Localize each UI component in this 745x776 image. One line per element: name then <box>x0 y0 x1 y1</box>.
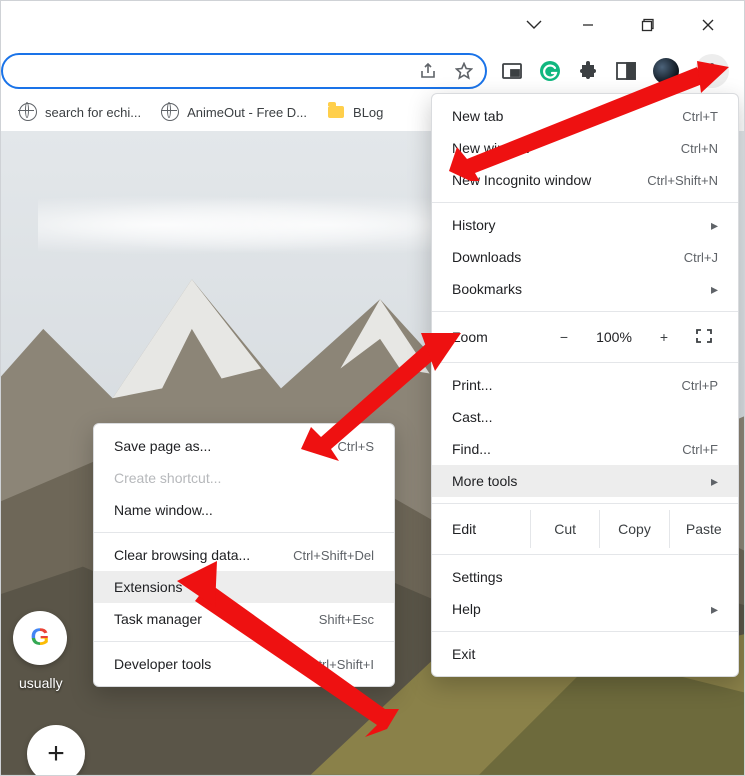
menu-item[interactable]: Find... Ctrl+F <box>432 433 738 465</box>
menu-item[interactable]: Developer tools Ctrl+Shift+I <box>94 648 394 680</box>
zoom-out-button[interactable]: − <box>542 329 586 345</box>
menu-item-label: Find... <box>452 441 491 457</box>
menu-item-label: More tools <box>452 473 517 489</box>
zoom-row: Zoom−100%+ <box>432 318 738 356</box>
fullscreen-button[interactable] <box>686 329 722 346</box>
submenu-arrow-icon: ▸ <box>711 217 718 234</box>
menu-shortcut: Ctrl+Shift+I <box>309 657 374 672</box>
menu-shortcut: Shift+Esc <box>319 612 374 627</box>
shortcut-label: usually <box>19 675 63 691</box>
close-button[interactable] <box>686 3 730 47</box>
grammarly-icon[interactable] <box>539 60 561 82</box>
menu-item[interactable]: New window Ctrl+N <box>432 132 738 164</box>
edit-row: EditCutCopyPaste <box>432 510 738 548</box>
omnibox[interactable] <box>1 53 487 89</box>
submenu-arrow-icon: ▸ <box>711 473 718 490</box>
menu-shortcut: Ctrl+F <box>682 442 718 457</box>
kebab-menu-button[interactable] <box>695 54 729 88</box>
menu-item[interactable]: Task manager Shift+Esc <box>94 603 394 635</box>
menu-item-label: Save page as... <box>114 438 211 454</box>
cut-button[interactable]: Cut <box>530 510 599 548</box>
zoom-in-button[interactable]: + <box>642 329 686 345</box>
menu-item-label: Name window... <box>114 502 213 518</box>
share-icon[interactable] <box>419 62 437 80</box>
browser-window: search for echi... AnimeOut - Free D... BL… <box>0 0 745 776</box>
menu-item[interactable]: Name window... <box>94 494 394 526</box>
submenu-arrow-icon: ▸ <box>711 601 718 618</box>
main-menu: New tab Ctrl+T New window Ctrl+N New Incogni… <box>431 93 739 677</box>
menu-shortcut: Ctrl+Shift+N <box>647 173 718 188</box>
menu-item[interactable]: Help ▸ <box>432 593 738 625</box>
star-icon[interactable] <box>455 62 473 80</box>
menu-item[interactable]: New Incognito window Ctrl+Shift+N <box>432 164 738 196</box>
pip-icon[interactable] <box>501 60 523 82</box>
sidepanel-icon[interactable] <box>615 60 637 82</box>
menu-item-label: Cast... <box>452 409 492 425</box>
zoom-value: 100% <box>586 329 642 345</box>
menu-item[interactable]: New tab Ctrl+T <box>432 100 738 132</box>
menu-item[interactable]: Downloads Ctrl+J <box>432 241 738 273</box>
menu-item-label: Settings <box>452 569 503 585</box>
add-shortcut-button[interactable]: + <box>27 725 85 775</box>
globe-icon <box>19 103 37 121</box>
menu-item-label: Help <box>452 601 481 617</box>
menu-item[interactable]: Bookmarks ▸ <box>432 273 738 305</box>
bookmark-item[interactable]: AnimeOut - Free D... <box>155 99 313 125</box>
menu-item[interactable]: Print... Ctrl+P <box>432 369 738 401</box>
menu-item-label: Downloads <box>452 249 521 265</box>
submenu-arrow-icon: ▸ <box>711 281 718 298</box>
menu-item-label: Task manager <box>114 611 202 627</box>
menu-item-label: Clear browsing data... <box>114 547 250 563</box>
menu-shortcut: Ctrl+P <box>682 378 718 393</box>
menu-item[interactable]: Save page as... Ctrl+S <box>94 430 394 462</box>
bookmark-label: search for echi... <box>45 105 141 120</box>
menu-item-label: Developer tools <box>114 656 211 672</box>
menu-item-label: Print... <box>452 377 492 393</box>
zoom-label: Zoom <box>452 329 542 345</box>
menu-shortcut: Ctrl+J <box>684 250 718 265</box>
bookmark-label: AnimeOut - Free D... <box>187 105 307 120</box>
globe-icon <box>161 103 179 121</box>
menu-item-label: Exit <box>452 646 475 662</box>
copy-button[interactable]: Copy <box>599 510 668 548</box>
menu-item-label: New Incognito window <box>452 172 591 188</box>
title-bar <box>504 1 744 49</box>
menu-item-label: New window <box>452 140 531 156</box>
maximize-button[interactable] <box>626 3 670 47</box>
menu-item[interactable]: History ▸ <box>432 209 738 241</box>
profile-avatar[interactable] <box>653 58 679 84</box>
menu-item: Create shortcut... <box>94 462 394 494</box>
minimize-button[interactable] <box>566 3 610 47</box>
tab-chevron-icon[interactable] <box>518 3 550 47</box>
toolbar-icons <box>487 54 729 88</box>
menu-item-label: Bookmarks <box>452 281 522 297</box>
menu-shortcut: Ctrl+T <box>682 109 718 124</box>
menu-item[interactable]: Cast... <box>432 401 738 433</box>
menu-item[interactable]: Extensions <box>94 571 394 603</box>
menu-item-label: New tab <box>452 108 503 124</box>
menu-item[interactable]: More tools ▸ <box>432 465 738 497</box>
menu-item[interactable]: Clear browsing data... Ctrl+Shift+Del <box>94 539 394 571</box>
menu-item-label: Extensions <box>114 579 182 595</box>
more-tools-submenu: Save page as... Ctrl+S Create shortcut... N… <box>93 423 395 687</box>
bookmark-item[interactable]: search for echi... <box>13 99 147 125</box>
edit-label: Edit <box>432 521 530 537</box>
bookmark-item[interactable]: BLog <box>321 99 389 125</box>
google-logo-icon: G <box>31 624 50 652</box>
menu-shortcut: Ctrl+Shift+Del <box>293 548 374 563</box>
menu-item-label: Create shortcut... <box>114 470 221 486</box>
shortcut-chip[interactable]: G <box>13 611 67 665</box>
menu-shortcut: Ctrl+S <box>338 439 374 454</box>
paste-button[interactable]: Paste <box>669 510 738 548</box>
menu-item-label: History <box>452 217 496 233</box>
address-bar-row <box>1 49 744 93</box>
menu-shortcut: Ctrl+N <box>681 141 718 156</box>
folder-icon <box>327 103 345 121</box>
bookmark-label: BLog <box>353 105 383 120</box>
extensions-icon[interactable] <box>577 60 599 82</box>
menu-item[interactable]: Settings <box>432 561 738 593</box>
menu-item[interactable]: Exit <box>432 638 738 670</box>
